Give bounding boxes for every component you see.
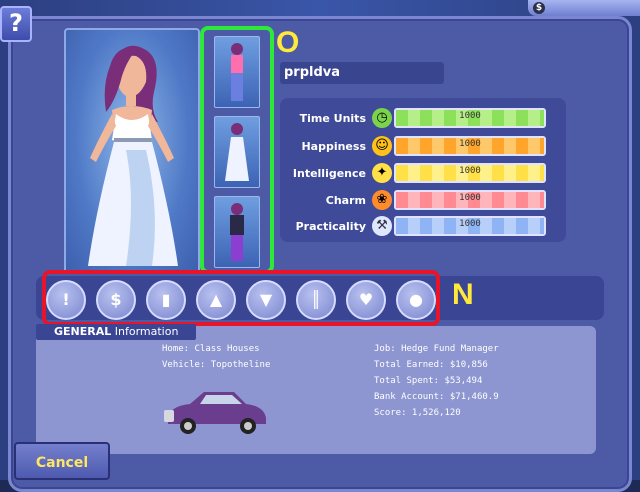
info-bank-account: Bank Account: $71,460.9 xyxy=(374,392,499,402)
annotation-n: N xyxy=(452,278,474,311)
outfit-thumb-3[interactable] xyxy=(214,196,260,268)
clock-icon: ◷ xyxy=(372,108,392,128)
money-icon: $ xyxy=(533,2,545,14)
stat-bar: 1000 xyxy=(394,163,546,183)
saw-icon: ⚒ xyxy=(372,216,392,236)
character-name: prpldva xyxy=(280,62,444,84)
info-total-spent: Total Spent: $53,494 xyxy=(374,376,483,386)
general-info-panel xyxy=(36,326,596,454)
money-display: $ xyxy=(528,0,640,16)
annotation-box-tabs xyxy=(42,270,440,326)
stat-label: Practicality xyxy=(295,220,366,233)
flower-icon: ❀ xyxy=(372,190,392,210)
stats-panel: Time Units ◷ 1000 Happiness ☺ 1000 Intel… xyxy=(280,98,566,242)
stat-label: Happiness xyxy=(301,140,366,153)
stat-label: Time Units xyxy=(299,112,366,125)
stat-bar: 1000 xyxy=(394,136,546,156)
info-home: Home: Class Houses xyxy=(162,344,260,354)
smiley-icon: ☺ xyxy=(372,136,392,156)
info-job: Job: Hedge Fund Manager xyxy=(374,344,499,354)
info-score: Score: 1,526,120 xyxy=(374,408,461,418)
outfit-selector xyxy=(200,26,274,274)
stat-label: Intelligence xyxy=(292,167,366,180)
stat-label: Charm xyxy=(325,194,366,207)
outfit-thumb-2[interactable] xyxy=(214,116,260,188)
lightbulb-icon: ✦ xyxy=(372,163,392,183)
stat-bar: 1000 xyxy=(394,108,546,128)
outfit-thumb-1[interactable] xyxy=(214,36,260,108)
vehicle-image xyxy=(164,392,266,434)
stat-bar: 1000 xyxy=(394,190,546,210)
character-portrait xyxy=(64,28,200,274)
info-vehicle: Vehicle: Topotheline xyxy=(162,360,271,370)
character-figure xyxy=(88,45,178,266)
stat-bar: 1000 xyxy=(394,216,546,236)
cancel-button[interactable]: Cancel xyxy=(14,442,110,480)
info-total-earned: Total Earned: $10,856 xyxy=(374,360,488,370)
help-button[interactable]: ? xyxy=(0,6,32,42)
info-header: GENERAL Information xyxy=(36,324,196,340)
annotation-o: O xyxy=(276,26,300,59)
